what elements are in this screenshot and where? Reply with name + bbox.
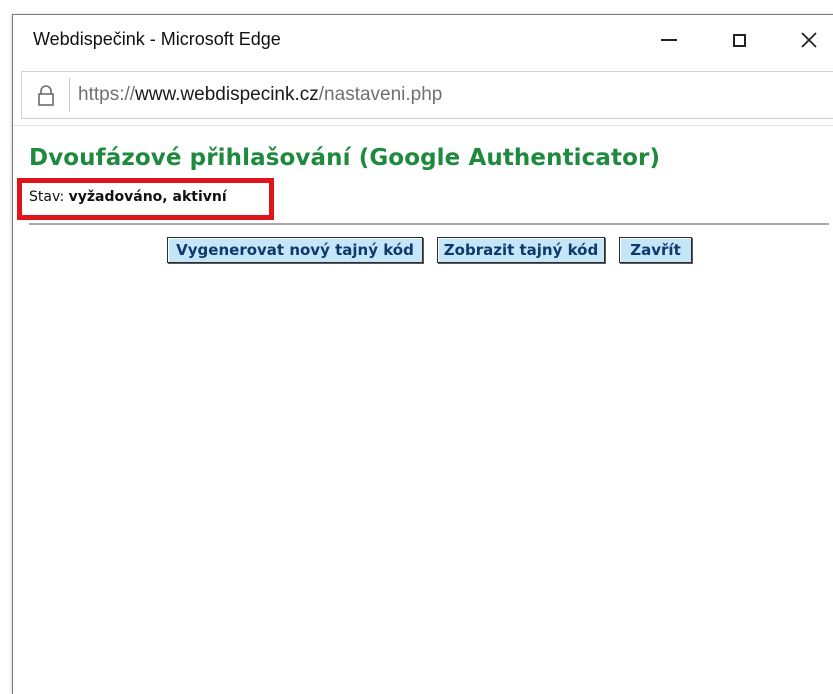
horizontal-rule xyxy=(29,223,829,225)
lock-icon[interactable] xyxy=(36,84,56,108)
maximize-icon xyxy=(732,33,746,47)
address-separator xyxy=(69,78,70,112)
url-scheme: https:// xyxy=(78,84,136,105)
minimize-button[interactable] xyxy=(635,15,703,65)
content-divider xyxy=(13,125,833,126)
close-page-button[interactable]: Zavřít xyxy=(619,237,692,263)
window-title: Webdispečink - Microsoft Edge xyxy=(33,29,281,49)
show-secret-button[interactable]: Zobrazit tajný kód xyxy=(437,237,605,263)
url-text[interactable]: https://www.webdispecink.cz/nastaveni.ph… xyxy=(78,84,442,106)
minimize-icon xyxy=(661,39,677,41)
page-title: Dvoufázové přihlašování (Google Authenti… xyxy=(29,145,661,171)
url-path: /nastaveni.php xyxy=(318,84,443,105)
status-line: Stav: vyžadováno, aktivní xyxy=(29,189,227,205)
browser-window: Webdispečink - Microsoft Edge https://ww… xyxy=(12,14,833,694)
status-label: Stav: xyxy=(29,189,65,205)
url-domain: www.webdispecink.cz xyxy=(135,84,319,105)
address-bar[interactable]: https://www.webdispecink.cz/nastaveni.ph… xyxy=(21,71,833,119)
title-bar[interactable]: Webdispečink - Microsoft Edge xyxy=(13,15,833,65)
status-value: vyžadováno, aktivní xyxy=(68,189,227,205)
generate-secret-button[interactable]: Vygenerovat nový tajný kód xyxy=(167,237,423,263)
close-icon xyxy=(801,32,817,48)
maximize-button[interactable] xyxy=(705,15,773,65)
close-button[interactable] xyxy=(775,15,833,65)
